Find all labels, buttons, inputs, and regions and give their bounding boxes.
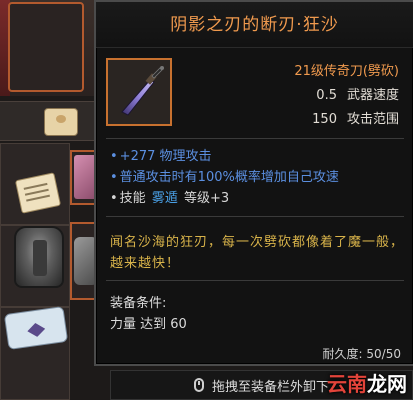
bullet: •	[110, 170, 118, 185]
watermark: 云南龙网	[327, 368, 407, 397]
stat-value: 0.5	[316, 88, 337, 103]
attack-range-stat: 150 攻击范围	[312, 108, 399, 127]
affix-text: 普通攻击时有100%概率增加自己攻速	[119, 170, 339, 185]
affix-line: • +277 物理攻击	[110, 145, 212, 164]
item-icon-frame	[106, 58, 172, 126]
bullet: •	[110, 191, 118, 206]
durability: 耐久度: 50/50	[322, 347, 401, 361]
watermark-white: 龙网	[367, 372, 407, 396]
stat-value: 150	[312, 112, 337, 127]
armor-item-icon[interactable]	[14, 226, 64, 288]
mouse-icon	[193, 378, 204, 392]
stat-label: 武器速度	[346, 88, 399, 103]
sword-icon	[121, 66, 164, 116]
requirements-label: 装备条件:	[110, 296, 167, 311]
skill-prefix: 技能	[119, 191, 146, 206]
stat-label: 攻击范围	[346, 112, 399, 127]
strength-requirement: 力量 达到 60	[110, 317, 187, 332]
item-tooltip: 阴影之刃的断刃·狂沙 21级传奇刀(劈砍) 0.5 武器速度 150 攻击范围 • +…	[94, 0, 413, 366]
item-type: 21级传奇刀(劈砍)	[294, 64, 399, 79]
divider	[106, 280, 404, 281]
skill-name: 雾遁	[151, 191, 178, 206]
weapon-speed-stat: 0.5 武器速度	[316, 84, 399, 103]
affix-line: • 普通攻击时有100%概率增加自己攻速	[110, 166, 339, 185]
divider	[106, 138, 404, 139]
bullet: •	[110, 149, 118, 164]
divider	[106, 216, 404, 217]
inventory-tab-bar	[0, 101, 100, 243]
skill-affix-line: • 技能 雾遁 等级+3	[110, 187, 229, 206]
inventory-bag-icon[interactable]	[44, 108, 78, 136]
affix-text: +277 物理攻击	[119, 149, 212, 164]
flavor-text: 闻名沙海的狂刃，每一次劈砍都像着了魔一般，越来越快！	[110, 235, 405, 271]
item-name: 阴影之刃的断刃·狂沙	[96, 2, 413, 48]
unequip-hint-label: 拖拽至装备栏外卸下	[211, 379, 329, 395]
skill-level: 等级+3	[183, 191, 230, 206]
watermark-red: 云南	[327, 372, 367, 396]
equipped-weapon-slot[interactable]	[8, 2, 84, 92]
